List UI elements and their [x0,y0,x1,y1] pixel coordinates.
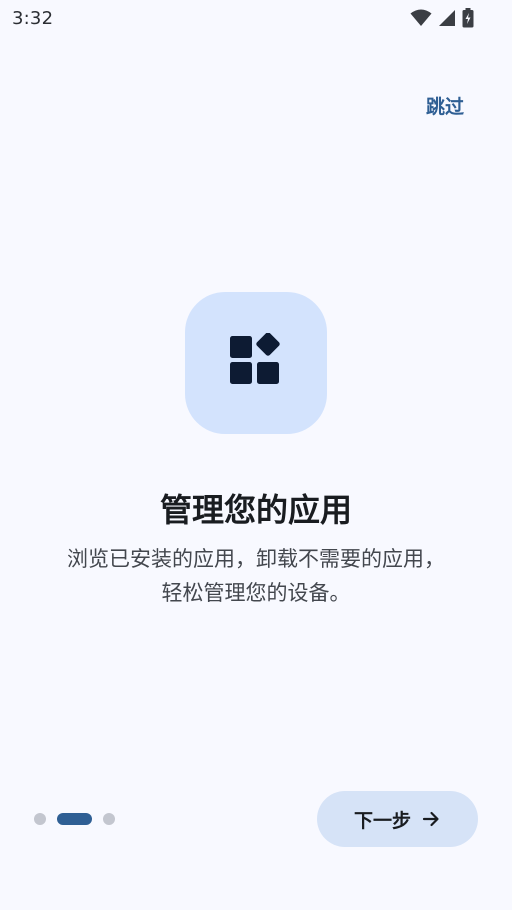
page-dot-3 [103,813,115,825]
cellular-signal-icon [438,9,456,27]
arrow-right-icon [421,809,441,829]
status-time: 3:32 [12,7,54,29]
page-description: 浏览已安装的应用，卸载不需要的应用，轻松管理您的设备。 [67,547,445,605]
skip-button[interactable]: 跳过 [418,88,472,123]
hero-icon-tile [185,292,327,434]
page-indicator [34,813,115,825]
next-button-label: 下一步 [353,809,411,832]
page-title: 管理您的应用 [159,491,352,529]
onboarding-screen: 3:32 跳过 管理您的应用 浏览已安装的应用，卸载不需要的应用，轻松管理您的设… [0,0,512,910]
page-dot-1 [34,813,46,825]
status-bar: 3:32 [0,0,512,36]
widgets-icon [228,332,284,393]
next-button[interactable]: 下一步 [317,791,478,847]
wifi-icon [410,9,432,27]
battery-charging-icon [462,8,474,28]
page-dot-2-active [57,813,92,825]
status-icons [410,8,474,28]
